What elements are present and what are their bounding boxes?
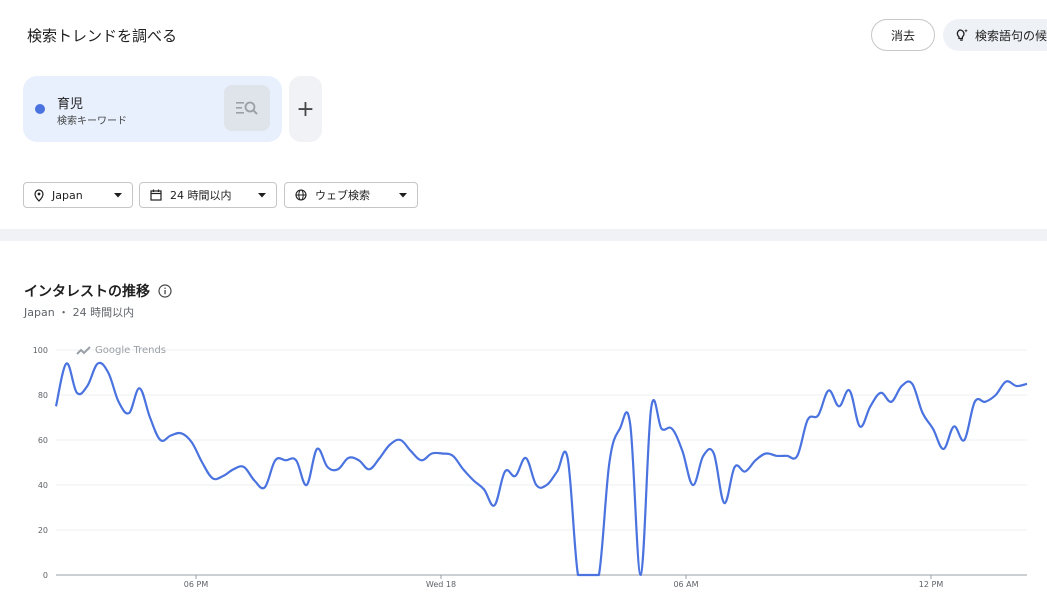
- globe-icon: [295, 189, 307, 201]
- add-term-button[interactable]: +: [289, 76, 322, 142]
- search-term-card[interactable]: 育児 検索キーワード: [23, 76, 282, 142]
- x-tick-label: Wed 18: [426, 580, 456, 589]
- term-color-dot: [35, 104, 45, 114]
- watermark-text: Google Trends: [95, 345, 166, 356]
- calendar-icon: [150, 189, 162, 201]
- y-tick-label: 80: [38, 391, 48, 400]
- y-tick-label: 60: [38, 436, 48, 445]
- x-tick-label: 12 PM: [919, 580, 944, 589]
- time-range-filter[interactable]: 24 時間以内: [139, 182, 277, 208]
- lightbulb-sparkle-icon: [956, 29, 968, 41]
- info-icon[interactable]: [158, 284, 172, 298]
- chevron-down-icon: [114, 192, 122, 197]
- term-name: 育児: [57, 97, 84, 112]
- clear-button[interactable]: 消去: [871, 19, 935, 51]
- interest-chart-svg: 100 80 60 40 20 0 Google Trends 06 PM Wed 18 06 A…: [33, 345, 1028, 589]
- page-title: 検索トレンドを調べる: [27, 27, 178, 45]
- suggest-terms-label: 検索語句の候: [975, 28, 1047, 43]
- chevron-down-icon: [258, 192, 266, 197]
- search-list-icon[interactable]: [224, 85, 270, 131]
- chevron-down-icon: [399, 192, 407, 197]
- interest-over-time-heading: インタレストの推移: [24, 281, 172, 301]
- y-tick-label: 100: [33, 346, 48, 355]
- section-title-text: インタレストの推移: [24, 284, 150, 300]
- section-divider: [0, 229, 1047, 241]
- term-type: 検索キーワード: [57, 116, 127, 127]
- location-pin-icon: [34, 188, 44, 202]
- y-tick-label: 40: [38, 481, 48, 490]
- interest-chart: 100 80 60 40 20 0 Google Trends 06 PM Wed 18 06 A…: [0, 340, 1047, 605]
- suggest-terms-button[interactable]: 検索語句の候: [943, 19, 1047, 51]
- x-tick-label: 06 AM: [673, 580, 698, 589]
- search-property-filter[interactable]: ウェブ検索: [284, 182, 418, 208]
- plus-icon: +: [296, 96, 315, 122]
- location-filter[interactable]: Japan: [23, 182, 133, 208]
- time-range-filter-label: 24 時間以内: [170, 189, 232, 202]
- y-tick-label: 0: [43, 571, 48, 580]
- search-property-filter-label: ウェブ検索: [315, 189, 370, 202]
- x-tick-label: 06 PM: [184, 580, 209, 589]
- section-subtitle: Japan ・ 24 時間以内: [24, 306, 135, 319]
- location-filter-label: Japan: [52, 188, 83, 202]
- y-tick-label: 20: [38, 526, 48, 535]
